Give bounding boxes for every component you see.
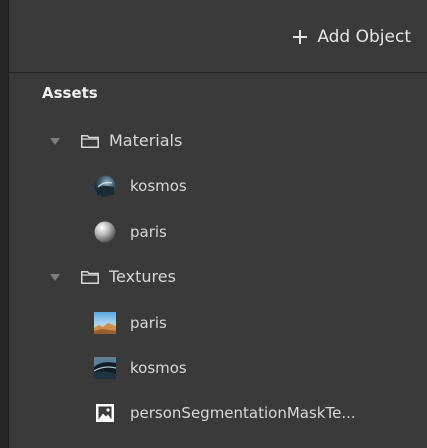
tree-item-material-paris[interactable]: paris [9, 214, 427, 250]
add-object-label: Add Object [317, 27, 411, 47]
folder-icon [81, 135, 99, 148]
tree-folder-label: Materials [109, 131, 183, 150]
tree-item-label: kosmos [130, 359, 187, 377]
image-icon [96, 404, 114, 422]
toolbar: Add Object [9, 0, 427, 73]
folder-icon [81, 271, 99, 284]
assets-header: Assets [42, 84, 98, 102]
tree-item-label: personSegmentationMaskTe... [130, 404, 356, 422]
add-object-button[interactable]: Add Object [293, 24, 411, 50]
space-material-thumbnail-icon [94, 175, 116, 197]
paris-texture-thumbnail-icon [94, 312, 116, 334]
tree-item-label: kosmos [130, 177, 187, 195]
chevron-down-icon[interactable] [50, 138, 60, 145]
left-gutter [0, 0, 8, 448]
plus-icon [293, 30, 308, 44]
tree-item-texture-paris[interactable]: paris [9, 305, 427, 341]
tree-folder-textures[interactable]: Textures [9, 259, 427, 295]
tree-folder-materials[interactable]: Materials [9, 123, 427, 159]
space-texture-thumbnail-icon [94, 357, 116, 379]
tree-item-material-kosmos[interactable]: kosmos [9, 168, 427, 204]
tree-item-label: paris [130, 223, 167, 241]
sphere-material-thumbnail-icon [94, 221, 116, 243]
tree-folder-label: Textures [109, 267, 176, 286]
tree-item-texture-person-segmentation-mask[interactable]: personSegmentationMaskTe... [9, 395, 427, 431]
tree-item-texture-kosmos[interactable]: kosmos [9, 350, 427, 386]
tree-item-label: paris [130, 314, 167, 332]
asset-browser-panel: Add Object Assets Materials kosmos paris… [0, 0, 427, 448]
chevron-down-icon[interactable] [50, 274, 60, 281]
